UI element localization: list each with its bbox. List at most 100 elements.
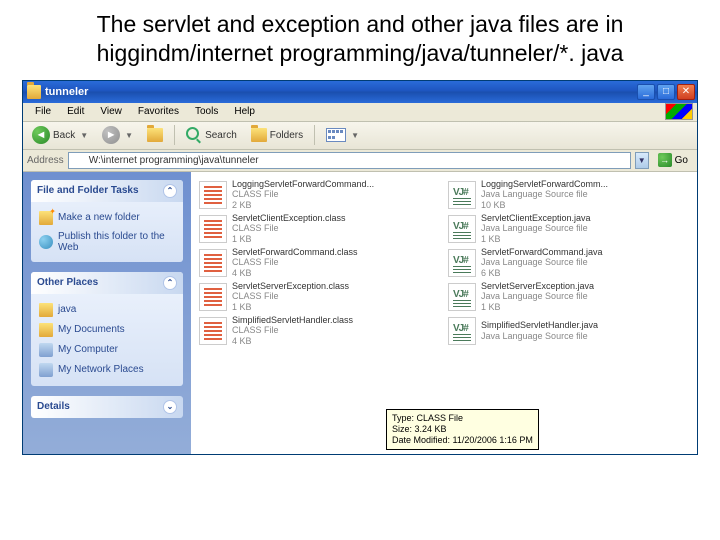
panel-title: Details [37,401,70,412]
address-field[interactable]: W:\internet programming\java\tunneler [68,152,631,169]
file-size: 1 KB [232,234,346,244]
window-title: tunneler [45,86,637,98]
documents-icon [39,323,53,337]
file-name: SimplifiedServletHandler.class [232,315,353,325]
publish-icon [39,235,53,249]
menu-edit[interactable]: Edit [59,104,92,119]
panel-header[interactable]: File and Folder Tasks ⌃ [31,180,183,202]
place-label: My Network Places [58,364,144,375]
place-my-documents[interactable]: My Documents [39,320,175,340]
address-dropdown-button[interactable]: ▼ [635,152,649,169]
menu-help[interactable]: Help [226,104,263,119]
task-make-new-folder[interactable]: Make a new folder [39,208,175,228]
computer-icon [39,343,53,357]
file-item[interactable]: ServletClientException.classCLASS File1 … [195,212,444,246]
file-item[interactable]: ServletClientException.javaJava Language… [444,212,693,246]
file-name: ServletServerException.java [481,281,594,291]
folders-button[interactable]: Folders [246,126,308,144]
panel-title: Other Places [37,277,98,288]
search-label: Search [205,130,237,141]
file-type: Java Language Source file [481,331,598,341]
maximize-button[interactable]: □ [657,84,675,100]
place-label: My Documents [58,324,125,335]
file-info: SimplifiedServletHandler.javaJava Langua… [481,320,598,341]
file-name: ServletClientException.java [481,213,591,223]
tooltip-date: Date Modified: 11/20/2006 1:16 PM [392,435,533,446]
file-size: 2 KB [232,200,374,210]
file-item[interactable]: ServletForwardCommand.javaJava Language … [444,246,693,280]
file-info: ServletClientException.javaJava Language… [481,213,591,244]
folder-icon [27,85,41,99]
menu-view[interactable]: View [92,104,130,119]
file-size: 1 KB [232,302,349,312]
file-list-pane[interactable]: LoggingServletForwardCommand... CLASS Fil… [191,172,697,454]
menu-favorites[interactable]: Favorites [130,104,187,119]
file-name: ServletClientException.class [232,213,346,223]
go-arrow-icon: → [658,153,672,167]
class-file-icon [199,317,227,345]
forward-arrow-icon: ► [102,126,120,144]
menubar: File Edit View Favorites Tools Help [23,103,697,122]
expand-icon[interactable]: ⌄ [163,400,177,414]
collapse-icon[interactable]: ⌃ [163,276,177,290]
side-pane: File and Folder Tasks ⌃ Make a new folde… [23,172,191,454]
file-item[interactable]: ServletServerException.javaJava Language… [444,280,693,314]
views-button[interactable]: ▼ [321,126,364,144]
file-info: ServletServerException.javaJava Language… [481,281,594,312]
file-tooltip: Type: CLASS File Size: 3.24 KB Date Modi… [386,409,539,449]
java-file-icon [448,215,476,243]
minimize-button[interactable]: _ [637,84,655,100]
folders-icon [251,128,267,142]
place-my-network[interactable]: My Network Places [39,360,175,380]
file-name: ServletServerException.class [232,281,349,291]
back-label: Back [53,130,75,141]
file-type: Java Language Source file [481,223,591,233]
go-button[interactable]: → Go [653,151,693,169]
task-publish-folder[interactable]: Publish this folder to the Web [39,228,175,256]
file-type: CLASS File [232,257,358,267]
file-info: ServletForwardCommand.classCLASS File4 K… [232,247,358,278]
titlebar: tunneler _ □ ✕ [23,81,697,103]
search-icon [186,127,202,143]
file-item[interactable]: SimplifiedServletHandler.classCLASS File… [195,314,444,348]
file-size: 4 KB [232,268,358,278]
menu-tools[interactable]: Tools [187,104,226,119]
file-name: ServletForwardCommand.class [232,247,358,257]
views-icon [326,128,346,142]
panel-header[interactable]: Details ⌄ [31,396,183,418]
file-info: ServletClientException.classCLASS File1 … [232,213,346,244]
file-info: ServletServerException.classCLASS File1 … [232,281,349,312]
other-places-panel: Other Places ⌃ java My Documents My Comp… [31,272,183,386]
file-type: Java Language Source file [481,189,608,199]
file-item[interactable]: LoggingServletForwardCommand...CLASS Fil… [195,178,444,212]
menu-file[interactable]: File [27,104,59,119]
file-size: 6 KB [481,268,603,278]
collapse-icon[interactable]: ⌃ [163,184,177,198]
details-panel: Details ⌄ [31,396,183,418]
place-java[interactable]: java [39,300,175,320]
views-dropdown-icon[interactable]: ▼ [351,131,359,140]
up-button[interactable] [142,126,168,144]
file-item[interactable]: LoggingServletForwardComm...Java Languag… [444,178,693,212]
file-item[interactable]: ServletServerException.classCLASS File1 … [195,280,444,314]
class-file-icon [199,181,227,209]
file-name: SimplifiedServletHandler.java [481,320,598,330]
class-file-icon [199,283,227,311]
file-item[interactable]: SimplifiedServletHandler.javaJava Langua… [444,314,693,348]
close-button[interactable]: ✕ [677,84,695,100]
search-button[interactable]: Search [181,125,242,145]
panel-header[interactable]: Other Places ⌃ [31,272,183,294]
class-file-icon [199,249,227,277]
back-dropdown-icon[interactable]: ▼ [80,131,88,140]
file-size: 4 KB [232,336,353,346]
back-button[interactable]: ◄ Back ▼ [27,124,93,146]
file-type: CLASS File [232,325,353,335]
file-size: 1 KB [481,234,591,244]
place-my-computer[interactable]: My Computer [39,340,175,360]
file-info: LoggingServletForwardCommand...CLASS Fil… [232,179,374,210]
forward-button: ► ▼ [97,124,138,146]
file-name: LoggingServletForwardCommand... [232,179,374,189]
file-info: LoggingServletForwardComm...Java Languag… [481,179,608,210]
explorer-window: tunneler _ □ ✕ File Edit View Favorites … [22,80,698,455]
file-item[interactable]: ServletForwardCommand.classCLASS File4 K… [195,246,444,280]
